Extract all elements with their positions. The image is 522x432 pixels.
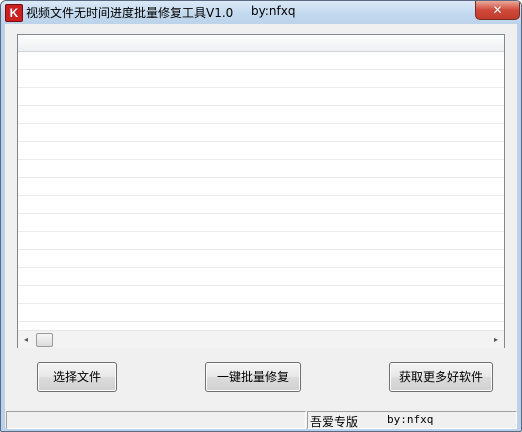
app-icon[interactable]: K bbox=[5, 4, 23, 22]
status-bar: 吾爱专版 by:nfxq bbox=[5, 410, 517, 429]
horizontal-scrollbar[interactable]: ◂ ▸ bbox=[18, 330, 504, 348]
app-window: K 视频文件无时间进度批量修复工具V1.0 by:nfxq ✕ ◂ ▸ 选择文件… bbox=[0, 0, 522, 432]
status-label: 吾爱专版 bbox=[310, 415, 359, 429]
window-title-author: by:nfxq bbox=[251, 4, 296, 18]
status-pane-left bbox=[6, 411, 306, 429]
scroll-left-icon[interactable]: ◂ bbox=[18, 331, 34, 348]
list-header[interactable] bbox=[18, 35, 504, 52]
status-author: by:nfxq bbox=[387, 413, 434, 426]
title-bar[interactable]: K 视频文件无时间进度批量修复工具V1.0 by:nfxq ✕ bbox=[1, 1, 521, 24]
close-icon: ✕ bbox=[492, 3, 503, 17]
list-rows[interactable] bbox=[18, 52, 504, 330]
status-pane-right: 吾爱专版 by:nfxq bbox=[307, 411, 517, 429]
scroll-thumb[interactable] bbox=[36, 333, 53, 347]
close-button[interactable]: ✕ bbox=[475, 1, 520, 20]
batch-fix-button[interactable]: 一键批量修复 bbox=[205, 362, 301, 392]
select-file-button[interactable]: 选择文件 bbox=[37, 362, 117, 392]
get-more-software-button[interactable]: 获取更多好软件 bbox=[389, 362, 493, 392]
scroll-right-icon[interactable]: ▸ bbox=[488, 331, 504, 348]
window-title: 视频文件无时间进度批量修复工具V1.0 bbox=[26, 6, 234, 20]
file-list[interactable]: ◂ ▸ bbox=[17, 34, 505, 348]
client-area: ◂ ▸ 选择文件 一键批量修复 获取更多好软件 吾爱专版 by:nfxq bbox=[5, 24, 517, 429]
